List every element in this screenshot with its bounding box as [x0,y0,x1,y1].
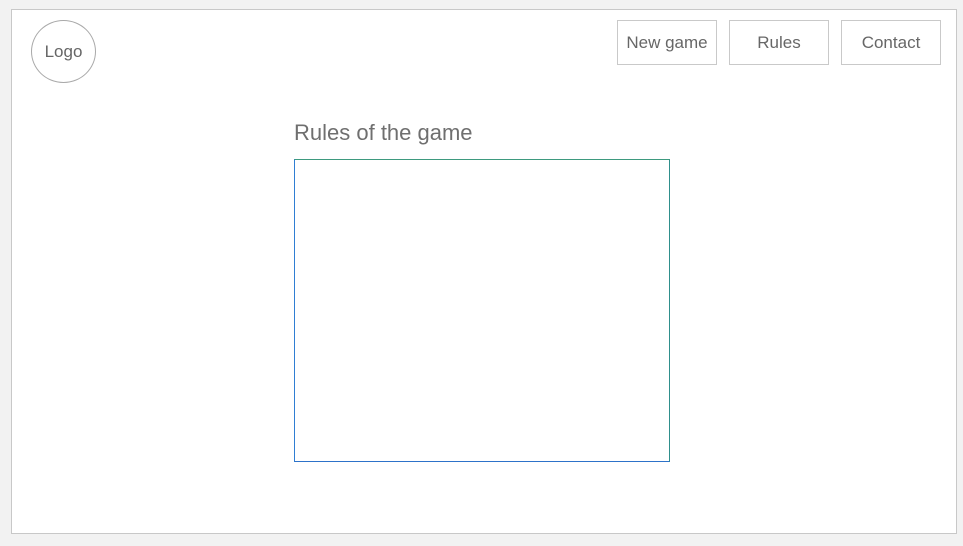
rules-button[interactable]: Rules [729,20,829,65]
page-title: Rules of the game [294,120,473,145]
rules-content-panel [294,159,670,462]
contact-label: Contact [861,32,921,52]
new-game-button[interactable]: New game [617,20,717,65]
new-game-label: New game [626,32,708,52]
logo-label: Logo [44,41,83,61]
app-frame: Logo New game Rules Contact Rules of the… [0,0,963,546]
logo[interactable]: Logo [31,20,96,83]
contact-button[interactable]: Contact [841,20,941,65]
rules-label: Rules [757,32,801,52]
